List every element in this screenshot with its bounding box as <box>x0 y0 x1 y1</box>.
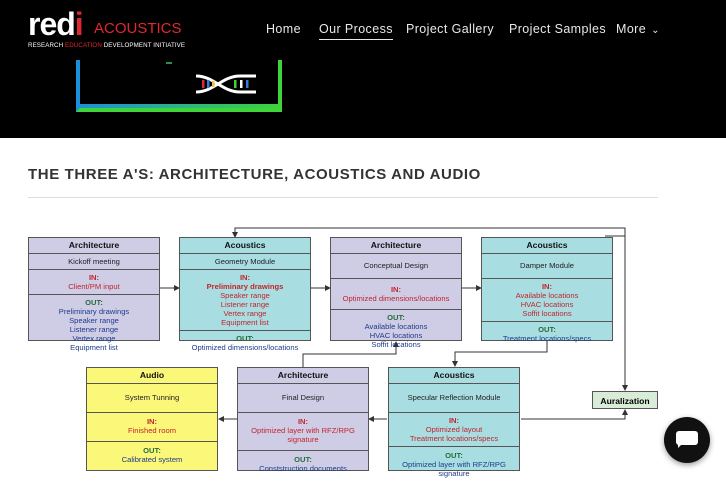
box-title: Architecture <box>29 238 159 254</box>
box-title: Architecture <box>331 238 461 254</box>
box-in-section: IN: Available locations HVAC locations S… <box>515 282 579 318</box>
chat-bubble-tail <box>678 443 683 448</box>
chat-button[interactable] <box>664 417 710 463</box>
box-auralization: Auralization <box>592 391 658 409</box>
box-out-section: OUT: Treatment locations/specs <box>482 321 612 346</box>
box-audio-tuning: Audio System Tunning IN: Finished room O… <box>86 367 218 471</box>
box-out-section: OUT: Available locations HVAC locations … <box>331 309 461 352</box>
box-in-section: IN: Optimized layout Treatment locations… <box>409 416 499 443</box>
box-architecture-final: Architecture Final Design IN: Optimized … <box>237 367 369 473</box>
box-subtitle: Damper Module <box>482 254 612 279</box>
box-out-section: OUT: Conststruction documents <box>238 450 368 477</box>
box-title: Acoustics <box>180 238 310 254</box>
box-in-section: IN: Client/PM input <box>68 273 120 291</box>
box-title: Architecture <box>238 368 368 384</box>
box-title: Acoustics <box>482 238 612 254</box>
box-architecture-kickoff: Architecture Kickoff meeting IN: Client/… <box>28 237 160 352</box>
box-in-section: IN: Preliminary drawings Speaker range L… <box>206 273 284 327</box>
box-in-section: IN: Finished room <box>127 417 177 435</box>
box-out-section: OUT: Optimized dimensions/locations <box>180 330 310 355</box>
box-acoustics-damper: Acoustics Damper Module IN: Available lo… <box>481 237 613 343</box>
box-acoustics-specular: Acoustics Specular Reflection Module IN:… <box>388 367 520 478</box>
box-in-section: IN: Optimized dimensions/locations <box>342 285 450 303</box>
box-out-section: OUT: Preliminary drawings Speaker range … <box>29 294 159 355</box>
box-title: Audio <box>87 368 217 384</box>
box-acoustics-geometry: Acoustics Geometry Module IN: Preliminar… <box>179 237 311 352</box>
box-out-section: OUT: Calibrated system <box>87 441 217 468</box>
box-out-section: OUT: Optimized layer with RFZ/RPG signat… <box>389 446 519 482</box>
box-subtitle: System Tunning <box>87 384 217 413</box>
box-subtitle: Geometry Module <box>180 254 310 270</box>
box-subtitle: Kickoff meeting <box>29 254 159 270</box>
box-subtitle: Conceptual Design <box>331 254 461 279</box>
box-title: Acoustics <box>389 368 519 384</box>
box-subtitle: Specular Reflection Module <box>389 384 519 413</box>
box-subtitle: Final Design <box>238 384 368 413</box>
box-in-section: IN: Optimized layer with RFZ/RPG signatu… <box>251 417 355 444</box>
box-architecture-conceptual: Architecture Conceptual Design IN: Optim… <box>330 237 462 349</box>
